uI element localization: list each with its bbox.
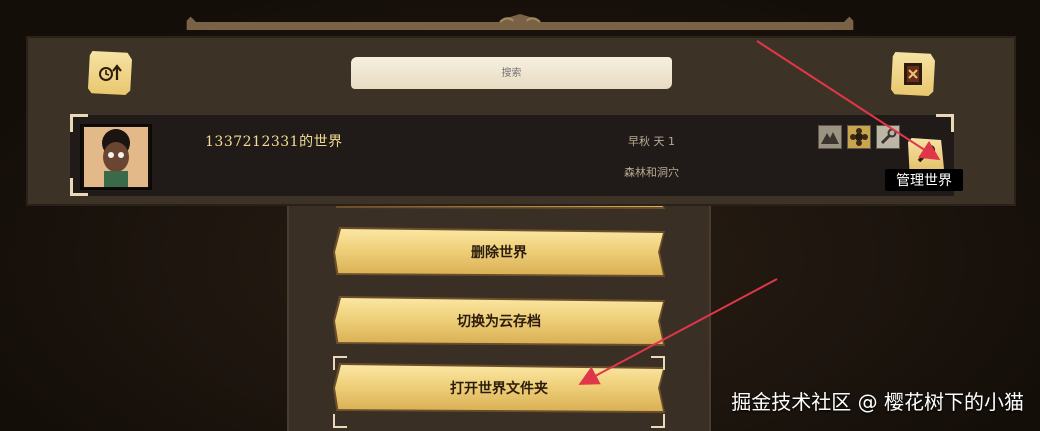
selection-corner bbox=[651, 414, 665, 428]
wrench-icon bbox=[876, 125, 900, 149]
sort-time-button[interactable] bbox=[88, 51, 132, 95]
character-filter-icon bbox=[904, 63, 922, 85]
mountain-icon bbox=[818, 125, 842, 149]
wrench-icon bbox=[917, 145, 936, 163]
watermark: 掘金技术社区 @ 樱花树下的小猫 bbox=[731, 390, 1024, 414]
sort-time-icon bbox=[99, 64, 122, 81]
manage-world-button[interactable] bbox=[908, 138, 944, 172]
manage-world-tooltip: 管理世界 bbox=[885, 169, 963, 191]
open-folder-button[interactable]: 打开世界文件夹 bbox=[335, 365, 663, 411]
world-season: 早秋 天 1 bbox=[628, 135, 675, 148]
world-type: 森林和洞穴 bbox=[624, 166, 679, 179]
delete-world-button[interactable]: 删除世界 bbox=[335, 229, 663, 275]
flower-icon bbox=[847, 125, 871, 149]
selection-corner bbox=[333, 414, 347, 428]
row-corner bbox=[936, 114, 954, 132]
world-name: 1337212331的世界 bbox=[205, 134, 343, 150]
avatar bbox=[84, 127, 148, 187]
switch-cloud-button[interactable]: 切换为云存档 bbox=[335, 298, 663, 344]
top-ornament bbox=[186, 14, 854, 30]
selection-corner bbox=[651, 356, 665, 370]
search-input[interactable] bbox=[351, 57, 672, 89]
character-filter-button[interactable] bbox=[891, 52, 935, 96]
character-portrait-icon bbox=[84, 127, 148, 187]
selection-corner bbox=[333, 356, 347, 370]
